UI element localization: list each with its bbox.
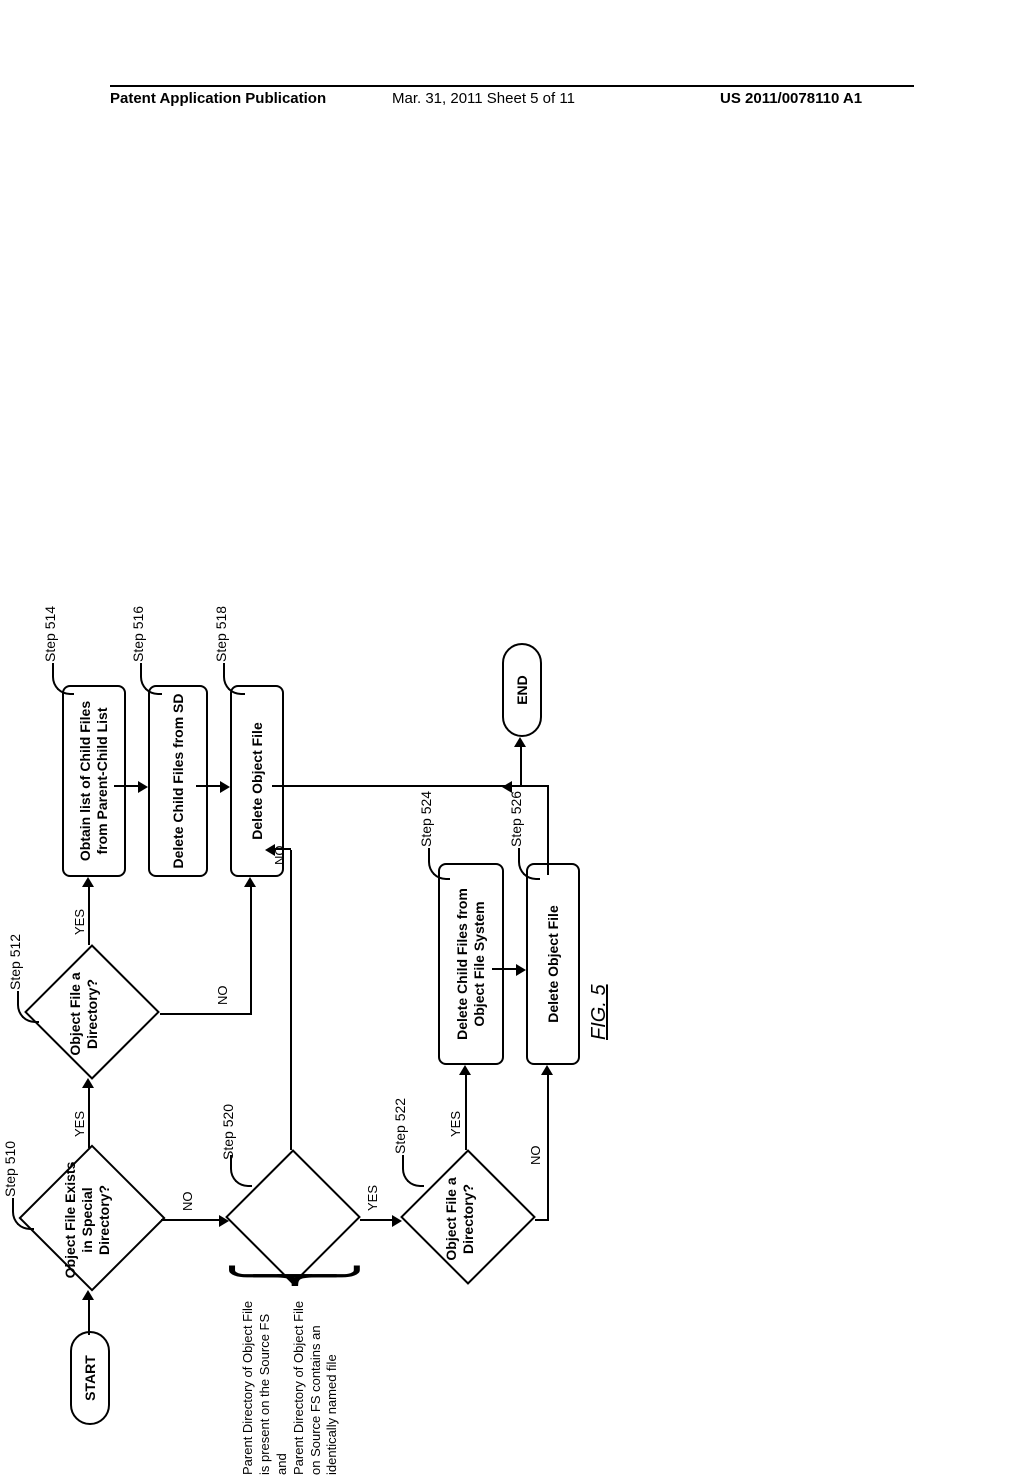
edge [114, 785, 140, 787]
arrow-right-icon [459, 1065, 471, 1075]
edge-label-yes: YES [72, 1111, 87, 1137]
terminal-end-label: END [514, 675, 530, 705]
edge [196, 785, 222, 787]
header-middle: Mar. 31, 2011 Sheet 5 of 11 [392, 90, 575, 107]
edge [535, 1219, 547, 1221]
terminal-start-label: START [82, 1355, 98, 1401]
process-514: Obtain list of Child Files from Parent-C… [62, 685, 126, 877]
decision-510 [18, 1144, 165, 1291]
edge [161, 1219, 221, 1221]
leader-icon [140, 663, 162, 695]
brace-icon: ⎧⎨⎩ [260, 1263, 334, 1289]
step-label-520: Step 520 [220, 1104, 236, 1160]
edge-label-no: NO [180, 1192, 195, 1212]
process-516-text: Delete Child Files from SD [170, 693, 187, 868]
step-label-524: Step 524 [418, 791, 434, 847]
process-514-text: Obtain list of Child Files from Parent-C… [77, 687, 111, 875]
process-518-text: Delete Object File [249, 722, 266, 839]
leader-icon [402, 1155, 424, 1187]
edge [160, 1013, 250, 1015]
step-label-518: Step 518 [213, 606, 229, 662]
edge [547, 787, 549, 875]
edge [520, 747, 522, 787]
edge [290, 850, 292, 1150]
page: Patent Application Publication Mar. 31, … [0, 0, 1024, 1320]
arrow-right-icon [514, 737, 526, 747]
process-526-text: Delete Object File [545, 905, 562, 1022]
flowchart-rotated-wrapper: START Object File Exists in Special Dire… [20, 565, 610, 1435]
leader-icon [230, 1155, 252, 1187]
edge-label-yes: YES [72, 909, 87, 935]
edge [273, 848, 291, 850]
arrow-down-icon [220, 781, 230, 793]
process-526: Delete Object File [526, 863, 580, 1065]
arrow-down-icon [138, 781, 148, 793]
arrow-right-icon [82, 877, 94, 887]
step-label-510: Step 510 [2, 1141, 18, 1197]
decision-512 [24, 944, 160, 1080]
leader-icon [52, 663, 74, 695]
arrow-up-icon [502, 781, 512, 793]
leader-icon [428, 848, 450, 880]
process-524: Delete Child Files from Object File Syst… [438, 863, 504, 1065]
process-516: Delete Child Files from SD [148, 685, 208, 877]
header-rule [110, 85, 914, 87]
arrow-down-icon [516, 964, 526, 976]
step-label-514: Step 514 [42, 606, 58, 662]
figure-label: FIG. 5 [588, 984, 611, 1040]
step-label-522: Step 522 [392, 1098, 408, 1154]
step-label-526: Step 526 [508, 791, 524, 847]
edge-label-yes: YES [448, 1111, 463, 1137]
leader-icon [223, 663, 245, 695]
process-524-text: Delete Child Files from Object File Syst… [454, 865, 488, 1063]
edge [492, 968, 518, 970]
edge-label-yes: YES [365, 1185, 380, 1211]
edge [88, 887, 90, 945]
edge [88, 1088, 90, 1148]
arrow-up-icon [265, 844, 275, 856]
leader-icon [12, 1198, 34, 1230]
edge-label-no: NO [215, 986, 230, 1006]
edge [272, 785, 502, 787]
edge [547, 1075, 549, 1221]
arrow-right-icon [541, 1065, 553, 1075]
leader-icon [17, 991, 39, 1023]
edge-label-no: NO [528, 1146, 543, 1166]
edge [250, 887, 252, 1015]
terminal-start: START [70, 1331, 110, 1425]
header-right: US 2011/0078110 A1 [720, 90, 862, 107]
step-label-512: Step 512 [7, 934, 23, 990]
edge [465, 1075, 467, 1150]
edge [360, 1219, 394, 1221]
edge [88, 1300, 90, 1335]
arrow-right-icon [82, 1290, 94, 1300]
step-label-516: Step 516 [130, 606, 146, 662]
decision-520-condition: Parent Directory of Object File is prese… [240, 1295, 341, 1475]
leader-icon [518, 848, 540, 880]
terminal-end: END [502, 643, 542, 737]
arrow-right-icon [244, 877, 256, 887]
header-left: Patent Application Publication [110, 90, 326, 107]
